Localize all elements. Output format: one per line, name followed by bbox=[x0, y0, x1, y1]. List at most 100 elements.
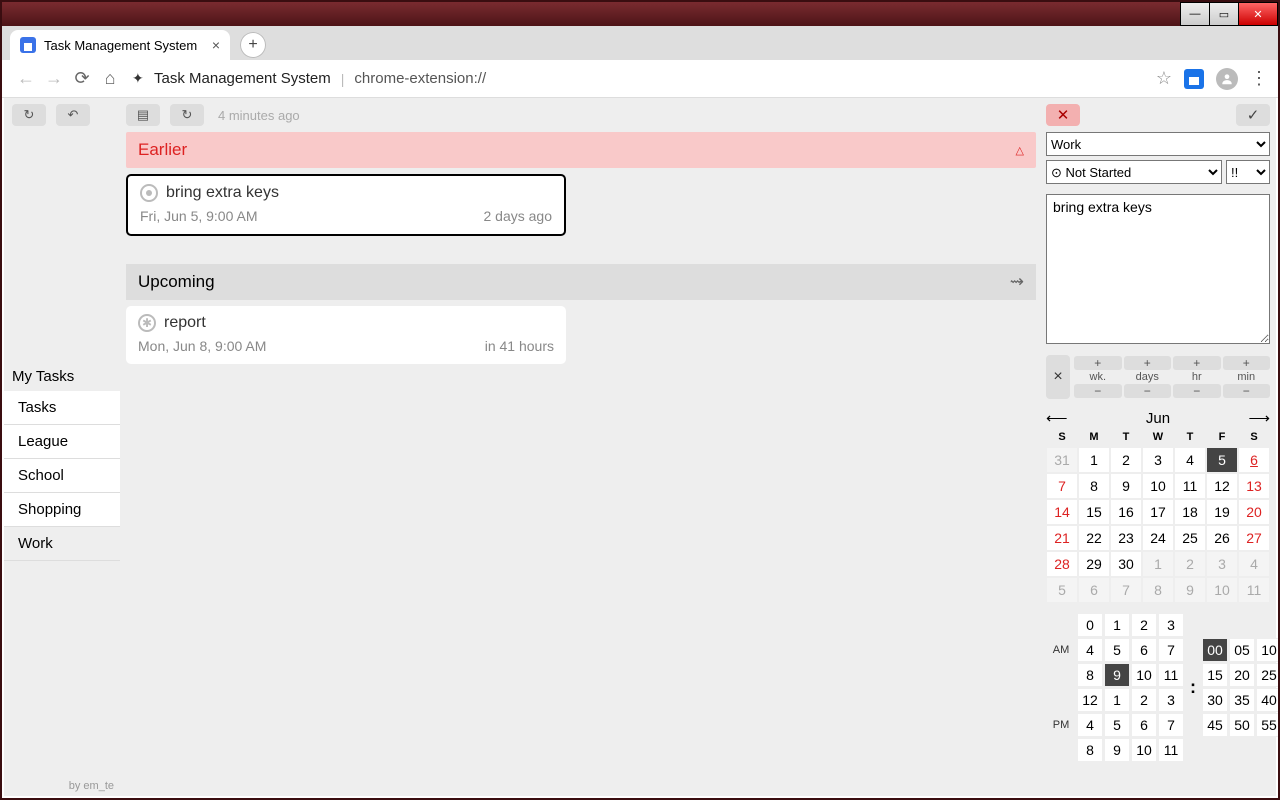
hour-cell[interactable]: 5 bbox=[1104, 638, 1130, 662]
close-window-button[interactable]: ✕ bbox=[1238, 2, 1278, 26]
calendar-day[interactable]: 1 bbox=[1078, 447, 1110, 473]
calendar-day[interactable]: 23 bbox=[1110, 525, 1142, 551]
hour-cell[interactable]: 5 bbox=[1104, 713, 1130, 737]
calendar-day[interactable]: 30 bbox=[1110, 551, 1142, 577]
minute-cell[interactable]: 50 bbox=[1229, 713, 1255, 737]
minute-cell[interactable]: 10 bbox=[1256, 638, 1280, 662]
hour-cell[interactable]: 11 bbox=[1158, 738, 1184, 762]
bookmark-icon[interactable]: ☆ bbox=[1156, 68, 1172, 89]
hour-cell[interactable]: 2 bbox=[1131, 688, 1157, 712]
hour-cell[interactable]: 6 bbox=[1131, 638, 1157, 662]
decrement-button[interactable]: − bbox=[1124, 384, 1172, 398]
calendar-day[interactable]: 8 bbox=[1142, 577, 1174, 603]
calendar-day[interactable]: 29 bbox=[1078, 551, 1110, 577]
priority-select[interactable]: !! bbox=[1226, 160, 1270, 184]
hour-cell[interactable]: 11 bbox=[1158, 663, 1184, 687]
calendar-day[interactable]: 14 bbox=[1046, 499, 1078, 525]
hour-cell[interactable]: 4 bbox=[1077, 638, 1103, 662]
calendar-day[interactable]: 7 bbox=[1046, 473, 1078, 499]
calendar-day[interactable]: 19 bbox=[1206, 499, 1238, 525]
next-month-button[interactable]: ⟶ bbox=[1248, 409, 1270, 427]
calendar-day[interactable]: 9 bbox=[1174, 577, 1206, 603]
calendar-day[interactable]: 27 bbox=[1238, 525, 1270, 551]
calendar-day[interactable]: 4 bbox=[1238, 551, 1270, 577]
minute-cell[interactable]: 55 bbox=[1256, 713, 1280, 737]
profile-avatar[interactable] bbox=[1216, 68, 1238, 90]
increment-button[interactable]: + bbox=[1173, 356, 1221, 370]
calendar-day[interactable]: 10 bbox=[1206, 577, 1238, 603]
task-card[interactable]: bring extra keysFri, Jun 5, 9:00 AM2 day… bbox=[126, 174, 566, 236]
minute-cell[interactable]: 30 bbox=[1202, 688, 1228, 712]
calendar-day[interactable]: 22 bbox=[1078, 525, 1110, 551]
calendar-day[interactable]: 20 bbox=[1238, 499, 1270, 525]
hour-cell[interactable]: 1 bbox=[1104, 688, 1130, 712]
calendar-day[interactable]: 2 bbox=[1110, 447, 1142, 473]
calendar-day[interactable]: 7 bbox=[1110, 577, 1142, 603]
reload-button[interactable]: ⟳ bbox=[71, 68, 93, 89]
refresh-list-button[interactable]: ↻ bbox=[170, 104, 204, 126]
minute-cell[interactable]: 20 bbox=[1229, 663, 1255, 687]
confirm-button[interactable]: ✓ bbox=[1236, 104, 1270, 126]
calendar-day[interactable]: 5 bbox=[1046, 577, 1078, 603]
calendar-day[interactable]: 31 bbox=[1046, 447, 1078, 473]
hour-cell[interactable]: 10 bbox=[1131, 738, 1157, 762]
minute-cell[interactable]: 45 bbox=[1202, 713, 1228, 737]
sync-button[interactable]: ↻ bbox=[12, 104, 46, 126]
calendar-day[interactable]: 10 bbox=[1142, 473, 1174, 499]
url-text[interactable]: chrome-extension:// bbox=[354, 70, 1155, 87]
hour-cell[interactable]: 12 bbox=[1077, 688, 1103, 712]
section-earlier[interactable]: Earlier △ bbox=[126, 132, 1036, 168]
increment-button[interactable]: + bbox=[1223, 356, 1271, 370]
browser-menu-icon[interactable]: ⋮ bbox=[1250, 68, 1268, 89]
calendar-day[interactable]: 1 bbox=[1142, 551, 1174, 577]
hour-cell[interactable]: 8 bbox=[1077, 663, 1103, 687]
calendar-day[interactable]: 17 bbox=[1142, 499, 1174, 525]
undo-button[interactable]: ↶ bbox=[56, 104, 90, 126]
sidebar-item-school[interactable]: School bbox=[4, 459, 120, 493]
decrement-button[interactable]: − bbox=[1074, 384, 1122, 398]
calendar-day[interactable]: 15 bbox=[1078, 499, 1110, 525]
minute-cell[interactable]: 00 bbox=[1202, 638, 1228, 662]
app-icon[interactable] bbox=[1184, 69, 1204, 89]
layout-button[interactable]: ▤ bbox=[126, 104, 160, 126]
hour-cell[interactable]: 8 bbox=[1077, 738, 1103, 762]
calendar-day[interactable]: 4 bbox=[1174, 447, 1206, 473]
calendar-day[interactable]: 18 bbox=[1174, 499, 1206, 525]
calendar-day[interactable]: 21 bbox=[1046, 525, 1078, 551]
calendar-day[interactable]: 8 bbox=[1078, 473, 1110, 499]
hour-cell[interactable]: 0 bbox=[1077, 613, 1103, 637]
calendar-day[interactable]: 6 bbox=[1078, 577, 1110, 603]
minute-cell[interactable]: 15 bbox=[1202, 663, 1228, 687]
browser-tab[interactable]: Task Management System × bbox=[10, 30, 230, 60]
calendar-day[interactable]: 28 bbox=[1046, 551, 1078, 577]
calendar-day[interactable]: 3 bbox=[1206, 551, 1238, 577]
sidebar-item-work[interactable]: Work bbox=[4, 527, 120, 561]
tab-close-icon[interactable]: × bbox=[212, 37, 220, 53]
minute-cell[interactable]: 05 bbox=[1229, 638, 1255, 662]
hour-cell[interactable]: 6 bbox=[1131, 713, 1157, 737]
hour-cell[interactable]: 4 bbox=[1077, 713, 1103, 737]
task-text-input[interactable] bbox=[1046, 194, 1270, 344]
category-select[interactable]: TasksLeagueSchoolShoppingWork bbox=[1046, 132, 1270, 156]
calendar-day[interactable]: 12 bbox=[1206, 473, 1238, 499]
hour-cell[interactable]: 9 bbox=[1104, 738, 1130, 762]
sidebar-item-shopping[interactable]: Shopping bbox=[4, 493, 120, 527]
hour-cell[interactable]: 1 bbox=[1104, 613, 1130, 637]
back-button[interactable]: ← bbox=[15, 68, 37, 89]
calendar-day[interactable]: 3 bbox=[1142, 447, 1174, 473]
calendar-day[interactable]: 5 bbox=[1206, 447, 1238, 473]
calendar-day[interactable]: 9 bbox=[1110, 473, 1142, 499]
hour-cell[interactable]: 3 bbox=[1158, 613, 1184, 637]
calendar-day[interactable]: 11 bbox=[1174, 473, 1206, 499]
clear-recurrence-button[interactable]: × bbox=[1046, 355, 1070, 399]
calendar-day[interactable]: 11 bbox=[1238, 577, 1270, 603]
minute-cell[interactable]: 40 bbox=[1256, 688, 1280, 712]
calendar-day[interactable]: 6 bbox=[1238, 447, 1270, 473]
hour-cell[interactable]: 2 bbox=[1131, 613, 1157, 637]
increment-button[interactable]: + bbox=[1124, 356, 1172, 370]
minimize-button[interactable]: — bbox=[1180, 2, 1210, 26]
minute-cell[interactable]: 35 bbox=[1229, 688, 1255, 712]
section-upcoming[interactable]: Upcoming ⇝ bbox=[126, 264, 1036, 300]
calendar-day[interactable]: 2 bbox=[1174, 551, 1206, 577]
calendar-day[interactable]: 25 bbox=[1174, 525, 1206, 551]
